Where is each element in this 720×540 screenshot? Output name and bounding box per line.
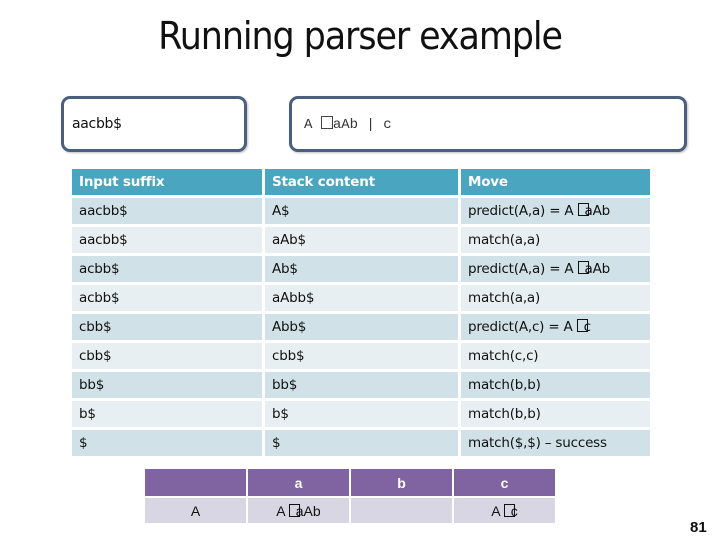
cell-move: predict(A,c) = A c [461,314,650,340]
move-text: match($,$) – success [468,435,607,451]
move-text: predict(A,a) = A [468,261,578,277]
trace-header-row: Input suffix Stack content Move [72,169,650,195]
parse-table-header-b: b [351,469,452,496]
trace-row: aacbb$ A$ predict(A,a) = A aAb [72,198,650,224]
header-move: Move [461,169,650,195]
parse-table-header-a: a [248,469,349,496]
cell-stack-content: Ab$ [265,256,458,282]
parse-table-cell-c: A c [454,498,555,523]
cell-stack-content: Abb$ [265,314,458,340]
cell-move: predict(A,a) = A aAb [461,198,650,224]
move-rhs: c [583,319,591,335]
trace-row: acbb$ Ab$ predict(A,a) = A aAb [72,256,650,282]
input-string: aacbb$ [72,116,122,132]
move-text: predict(A,c) = A [468,319,577,335]
cell-move: match($,$) – success [461,430,650,456]
cell-move: match(c,c) [461,343,650,369]
cell-input-suffix: aacbb$ [72,227,262,253]
move-text: match(b,b) [468,377,541,393]
cell-stack-content: A$ [265,198,458,224]
parse-table-header-c: c [454,469,555,496]
trace-row: bb$ bb$ match(b,b) [72,372,650,398]
trace-row: aacbb$ aAb$ match(a,a) [72,227,650,253]
grammar-rule-box: A aAb | c [289,96,687,152]
grammar-rule: A aAb | c [304,116,392,133]
cell-a-rhs: aAb [295,502,321,519]
arrow-icon [320,116,333,129]
cell-stack-content: $ [265,430,458,456]
input-string-box: aacbb$ [61,96,247,152]
cell-stack-content: cbb$ [265,343,458,369]
cell-input-suffix: $ [72,430,262,456]
grammar-lhs: A [304,117,313,133]
parse-table-corner [145,469,246,496]
cell-input-suffix: b$ [72,401,262,427]
cell-input-suffix: acbb$ [72,256,262,282]
cell-stack-content: bb$ [265,372,458,398]
cell-input-suffix: cbb$ [72,343,262,369]
slide-title: Running parser example [158,14,563,58]
page-number: 81 [690,519,707,536]
parse-table-row-A: A A aAb A c [145,498,555,523]
parse-table-nonterminal: A [145,498,246,523]
cell-move: match(b,b) [461,401,650,427]
cell-stack-content: aAbb$ [265,285,458,311]
cell-move: match(a,a) [461,285,650,311]
parse-table-cell-b [351,498,452,523]
move-text: match(a,a) [468,232,541,248]
trace-row: cbb$ Abb$ predict(A,c) = A c [72,314,650,340]
parse-table-cell-a: A aAb [248,498,349,523]
cell-stack-content: aAb$ [265,227,458,253]
cell-stack-content: b$ [265,401,458,427]
cell-move: predict(A,a) = A aAb [461,256,650,282]
grammar-rhs: aAb | c [332,117,392,133]
cell-input-suffix: aacbb$ [72,198,262,224]
cell-a-lhs: A [276,502,289,519]
cell-move: match(b,b) [461,372,650,398]
parse-trace-table: Input suffix Stack content Move aacbb$ A$… [69,166,653,459]
move-rhs: aAb [584,203,611,219]
move-text: predict(A,a) = A [468,203,578,219]
header-input-suffix: Input suffix [72,169,262,195]
parse-table-header-row: a b c [145,469,555,496]
move-text: match(c,c) [468,348,539,364]
cell-c-lhs: A [491,502,504,519]
cell-input-suffix: bb$ [72,372,262,398]
trace-row: cbb$ cbb$ match(c,c) [72,343,650,369]
header-stack-content: Stack content [265,169,458,195]
move-text: match(b,b) [468,406,541,422]
cell-input-suffix: acbb$ [72,285,262,311]
cell-move: match(a,a) [461,227,650,253]
cell-c-rhs: c [510,502,518,519]
trace-row: acbb$ aAbb$ match(a,a) [72,285,650,311]
move-rhs: aAb [584,261,611,277]
ll1-parse-table: a b c A A aAb A c [143,467,557,525]
trace-row: $ $ match($,$) – success [72,430,650,456]
move-text: match(a,a) [468,290,541,306]
trace-row: b$ b$ match(b,b) [72,401,650,427]
cell-input-suffix: cbb$ [72,314,262,340]
